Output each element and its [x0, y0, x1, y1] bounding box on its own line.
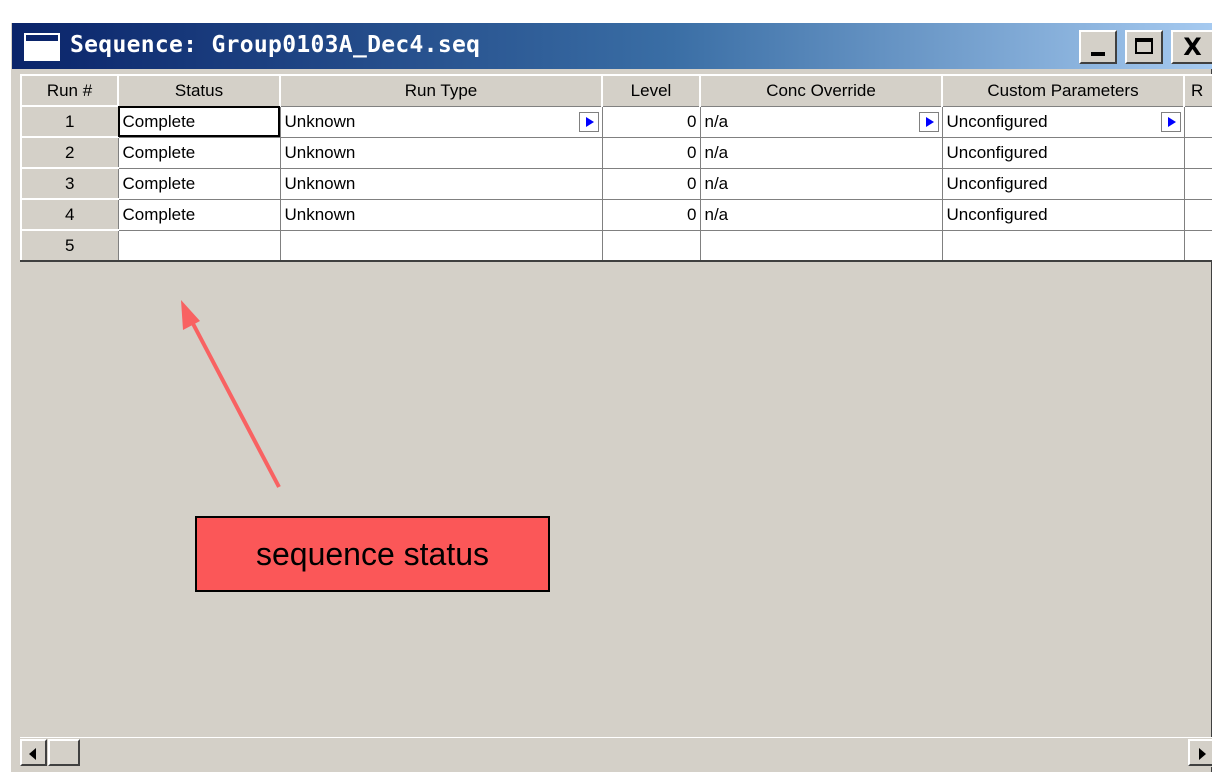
annotation-arrow	[181, 300, 281, 488]
horizontal-scrollbar[interactable]	[20, 737, 1212, 767]
scroll-thumb[interactable]	[48, 739, 80, 766]
scroll-left-icon[interactable]	[20, 739, 47, 766]
annotation-callout: sequence status	[195, 516, 550, 592]
scroll-right-icon[interactable]	[1188, 739, 1212, 766]
